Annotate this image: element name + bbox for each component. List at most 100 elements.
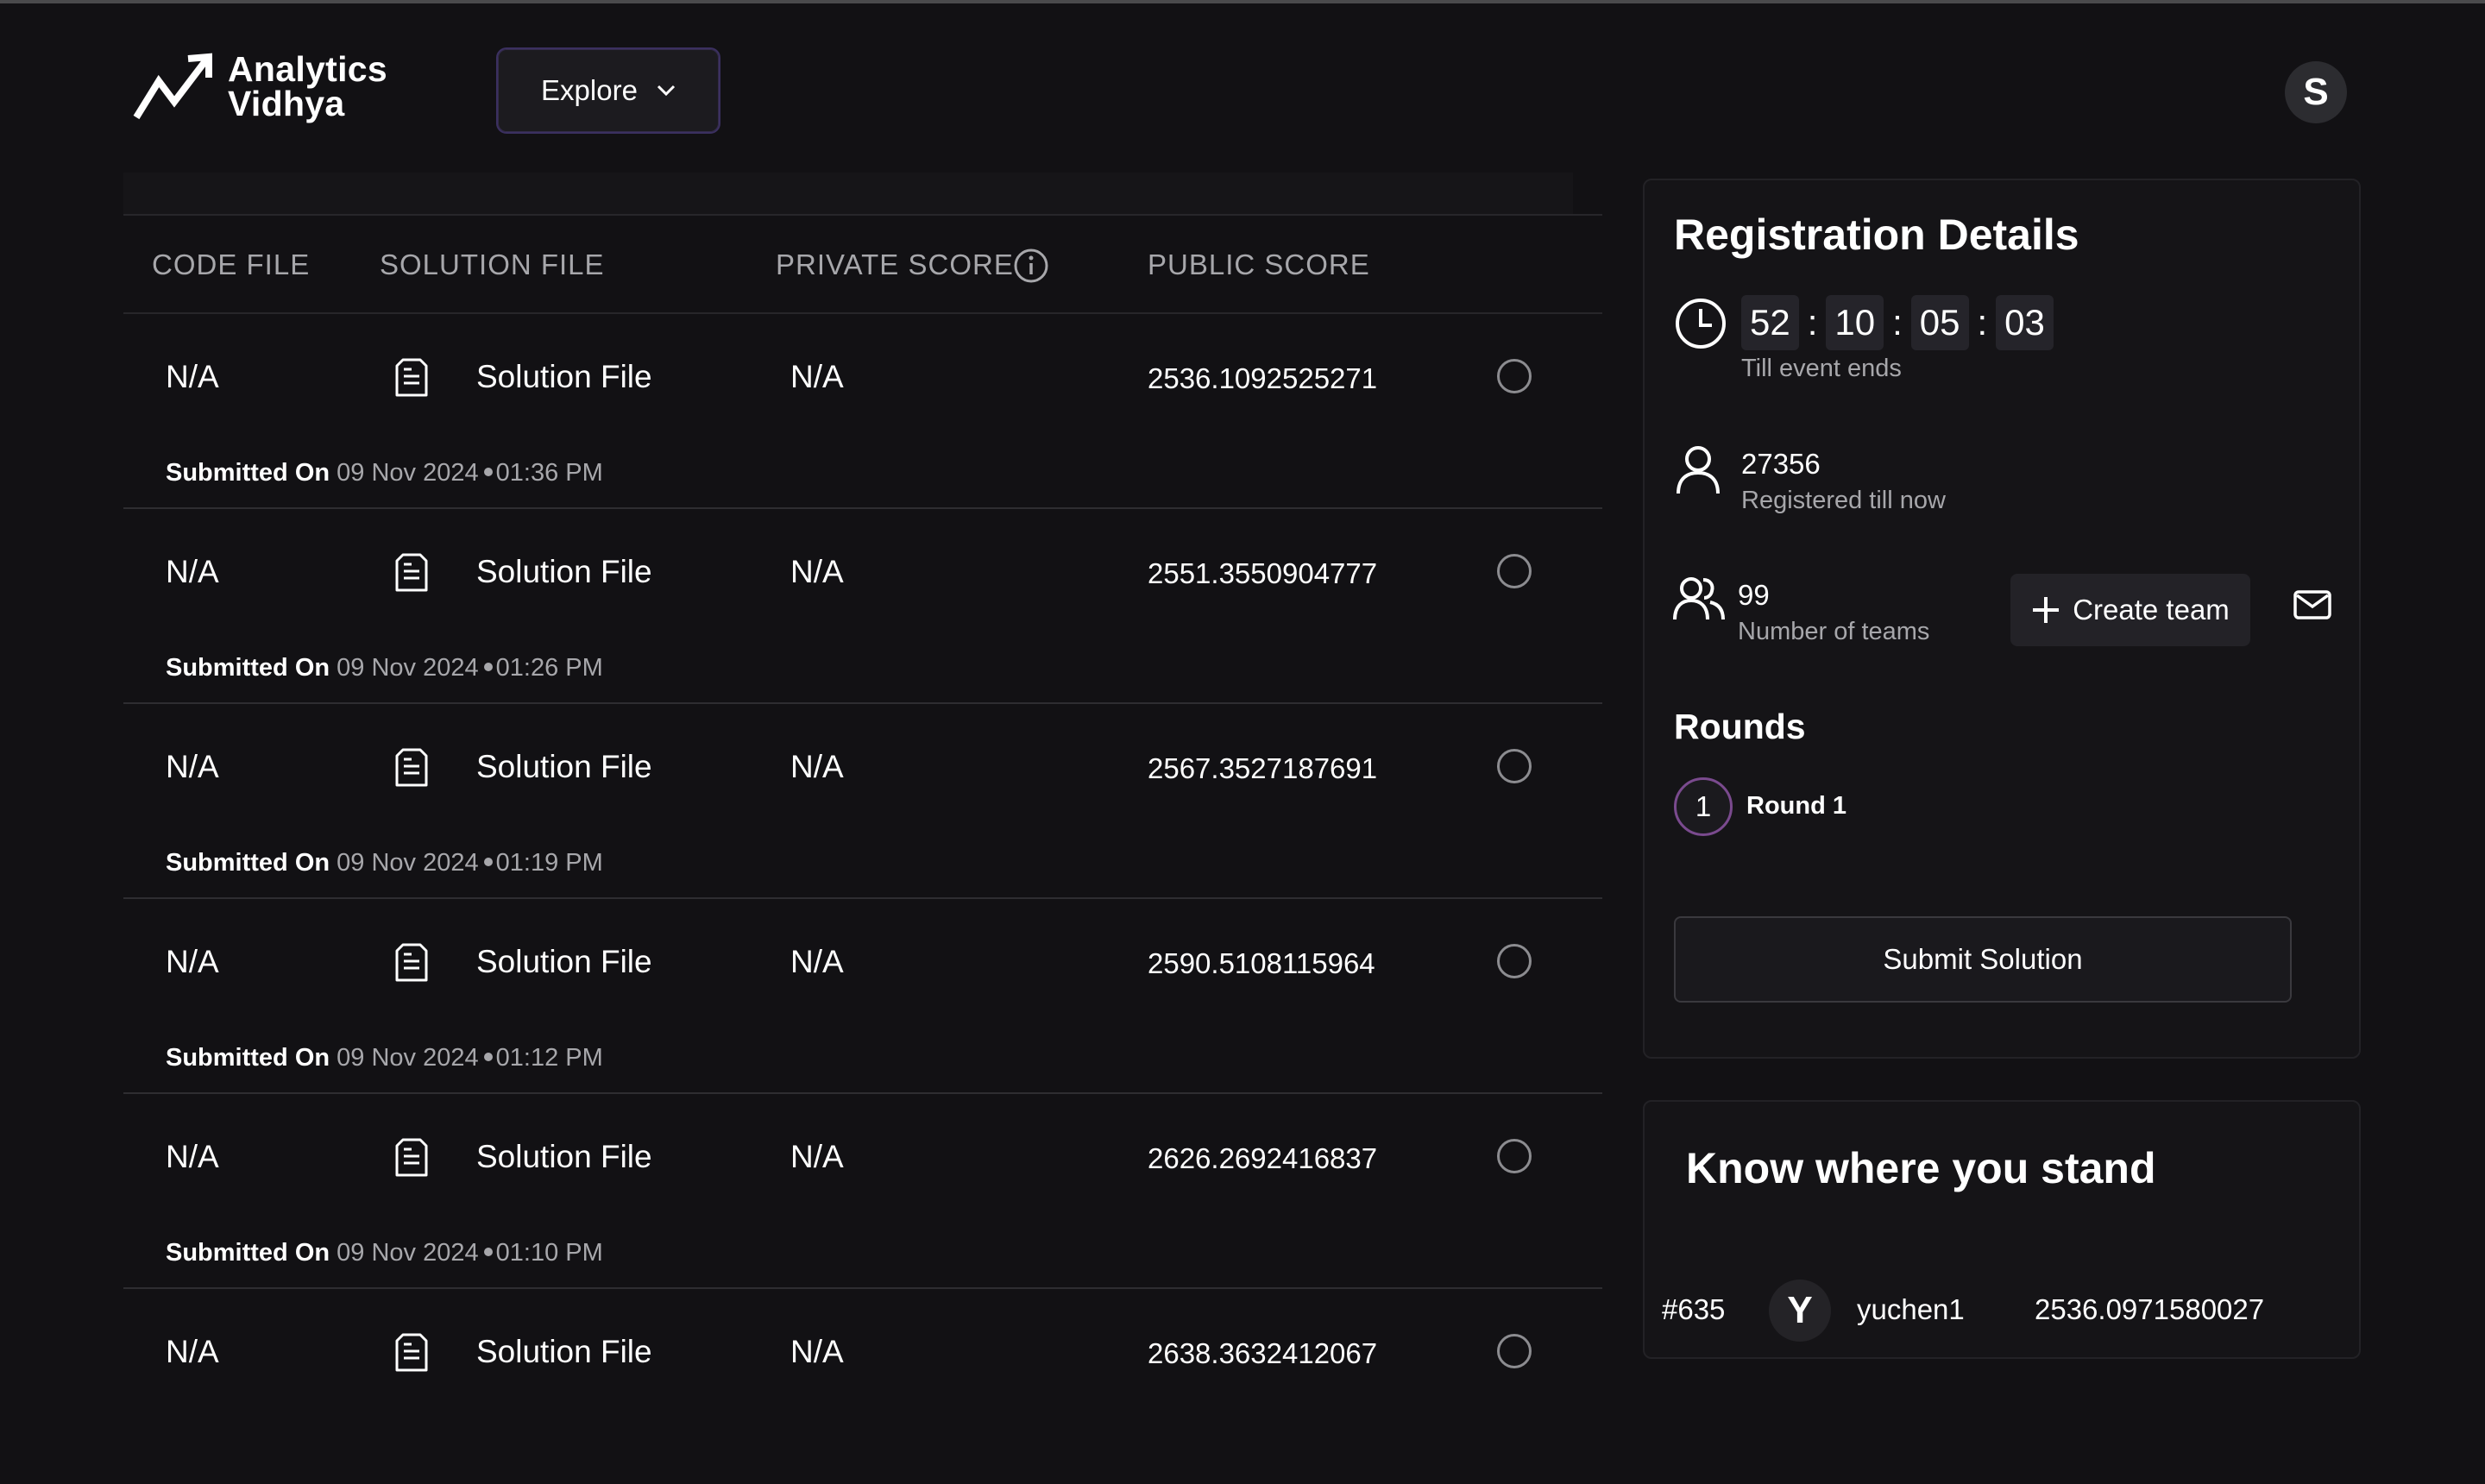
- public-score-value: 2536.1092525271: [1148, 362, 1378, 394]
- team-icon: [1673, 577, 1725, 620]
- info-icon[interactable]: [1012, 247, 1050, 285]
- code-file-value: N/A: [166, 1334, 219, 1369]
- round-number: 1: [1695, 790, 1712, 822]
- col-public-score: PUBLIC SCORE: [1148, 248, 1370, 280]
- document-icon[interactable]: [394, 1332, 429, 1374]
- registration-title: Registration Details: [1674, 211, 2079, 259]
- select-submission-radio[interactable]: [1497, 1139, 1532, 1173]
- document-icon[interactable]: [394, 942, 429, 984]
- submitted-date: 09 Nov 2024: [337, 849, 479, 877]
- solution-file-link[interactable]: Solution File: [476, 554, 652, 590]
- document-icon[interactable]: [394, 357, 429, 399]
- teams-label: Number of teams: [1738, 618, 1930, 645]
- col-solution-file: SOLUTION FILE: [380, 248, 605, 280]
- select-submission-radio[interactable]: [1497, 1334, 1532, 1368]
- select-submission-radio[interactable]: [1497, 359, 1532, 393]
- separator-dot: [483, 1053, 493, 1062]
- select-submission-radio[interactable]: [1497, 944, 1532, 978]
- create-team-label: Create team: [2073, 594, 2230, 626]
- plus-icon: [2033, 597, 2060, 623]
- public-score-value: 2567.3527187691: [1148, 752, 1378, 784]
- select-submission-radio[interactable]: [1497, 749, 1532, 783]
- table-row: N/A Solution File N/A 2590.5108115964 Su…: [123, 899, 1602, 1094]
- timer-label: Till event ends: [1741, 355, 1902, 382]
- public-score-value: 2638.3632412067: [1148, 1337, 1378, 1369]
- solution-file-link[interactable]: Solution File: [476, 1334, 652, 1370]
- submitted-on: Submitted On 09 Nov 2024 01:10 PM: [166, 1239, 603, 1267]
- public-score-value: 2590.5108115964: [1148, 947, 1375, 979]
- submitted-date: 09 Nov 2024: [337, 1044, 479, 1072]
- registered-label: Registered till now: [1741, 487, 1946, 514]
- timer-minutes: 10: [1826, 295, 1884, 350]
- submitted-label: Submitted On: [166, 459, 330, 487]
- explore-dropdown-button[interactable]: Explore: [496, 47, 720, 134]
- code-file-value: N/A: [166, 749, 219, 784]
- document-icon[interactable]: [394, 1137, 429, 1179]
- registration-details-card: Registration Details 52 : 10 : 05 : 03 T…: [1643, 179, 2361, 1059]
- solution-file-link[interactable]: Solution File: [476, 1139, 652, 1175]
- logo-wordmark: Analytics Vidhya: [228, 49, 387, 122]
- submitted-on: Submitted On 09 Nov 2024 01:26 PM: [166, 654, 603, 682]
- submitted-label: Submitted On: [166, 1044, 330, 1072]
- round-number-badge: 1: [1674, 777, 1733, 836]
- user-icon: [1677, 446, 1720, 494]
- document-icon[interactable]: [394, 552, 429, 594]
- public-score-value: 2626.2692416837: [1148, 1142, 1378, 1174]
- submit-solution-button[interactable]: Submit Solution: [1674, 916, 2292, 1003]
- round-name[interactable]: Round 1: [1746, 792, 1846, 821]
- solution-file-link[interactable]: Solution File: [476, 944, 652, 980]
- submit-solution-label: Submit Solution: [1883, 943, 2083, 975]
- submitted-label: Submitted On: [166, 849, 330, 877]
- standing-avatar: Y: [1769, 1280, 1831, 1342]
- submitted-time: 01:19 PM: [495, 849, 603, 877]
- logo-trend-icon: [133, 53, 212, 120]
- col-private-score: PRIVATE SCORE: [776, 248, 1014, 280]
- solution-file-link[interactable]: Solution File: [476, 359, 652, 395]
- private-score-value: N/A: [790, 359, 844, 394]
- private-score-value: N/A: [790, 554, 844, 589]
- chevron-down-icon: [657, 85, 675, 97]
- standing-title: Know where you stand: [1686, 1144, 2156, 1192]
- create-team-button[interactable]: Create team: [2010, 574, 2250, 646]
- table-row: N/A Solution File N/A 2626.2692416837 Su…: [123, 1094, 1602, 1289]
- document-icon[interactable]: [394, 747, 429, 789]
- private-score-value: N/A: [790, 1334, 844, 1369]
- separator-dot: [483, 663, 493, 672]
- mail-icon[interactable]: [2293, 590, 2331, 619]
- user-avatar[interactable]: S: [2285, 61, 2347, 123]
- private-score-value: N/A: [790, 749, 844, 784]
- registered-count: 27356: [1741, 448, 1821, 480]
- analytics-vidhya-logo[interactable]: Analytics Vidhya: [133, 49, 387, 122]
- standing-rank: #635: [1662, 1293, 1726, 1325]
- timer-separator: :: [1977, 302, 1988, 343]
- standing-username[interactable]: yuchen1: [1857, 1293, 1965, 1326]
- timer-fraction: 03: [1996, 295, 2054, 350]
- solution-file-link[interactable]: Solution File: [476, 749, 652, 785]
- submitted-on: Submitted On 09 Nov 2024 01:36 PM: [166, 459, 603, 487]
- window-top-border: [0, 0, 2485, 3]
- submitted-time: 01:36 PM: [495, 459, 603, 487]
- col-code-file: CODE FILE: [152, 248, 311, 280]
- submitted-label: Submitted On: [166, 654, 330, 682]
- standing-score: 2536.0971580027: [2035, 1293, 2265, 1325]
- leaderboard-standing-card: Know where you stand #635 Y yuchen1 2536…: [1643, 1100, 2361, 1359]
- timer-separator: :: [1807, 302, 1818, 343]
- submissions-table: CODE FILE SOLUTION FILE PRIVATE SCORE PU…: [123, 173, 1602, 1372]
- submitted-date: 09 Nov 2024: [337, 654, 479, 682]
- submitted-label: Submitted On: [166, 1239, 330, 1267]
- private-score-value: N/A: [790, 1139, 844, 1174]
- table-row: N/A Solution File N/A 2536.1092525271 Su…: [123, 314, 1602, 509]
- submitted-time: 01:12 PM: [495, 1044, 603, 1072]
- teams-count: 99: [1738, 579, 1770, 611]
- countdown-timer: 52 : 10 : 05 : 03: [1741, 295, 2054, 350]
- private-score-value: N/A: [790, 944, 844, 979]
- code-file-value: N/A: [166, 944, 219, 979]
- submitted-on: Submitted On 09 Nov 2024 01:12 PM: [166, 1044, 603, 1072]
- logo-line-1: Analytics: [228, 49, 387, 89]
- submitted-time: 01:10 PM: [495, 1239, 603, 1267]
- user-avatar-initial: S: [2303, 71, 2329, 113]
- select-submission-radio[interactable]: [1497, 554, 1532, 588]
- explore-label: Explore: [541, 74, 638, 106]
- code-file-value: N/A: [166, 359, 219, 394]
- table-row: N/A Solution File N/A 2638.3632412067: [123, 1289, 1602, 1484]
